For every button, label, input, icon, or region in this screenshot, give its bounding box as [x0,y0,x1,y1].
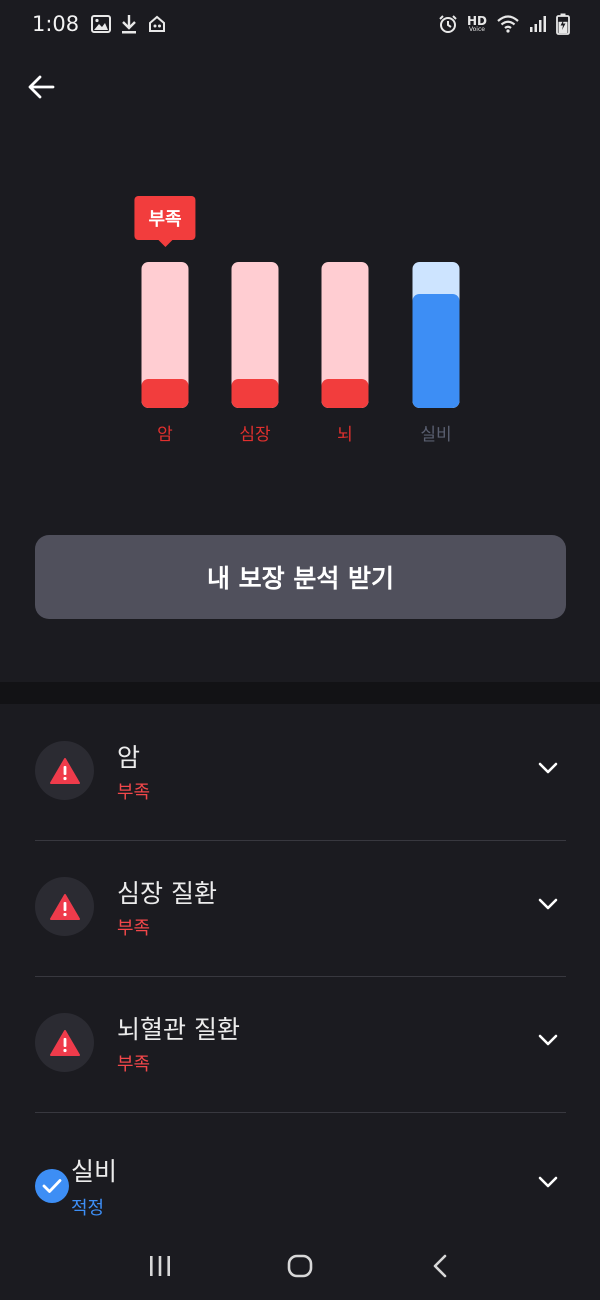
system-icons: HD Voice [438,13,570,35]
app-notification-icon [149,15,166,32]
back-nav-icon [433,1254,447,1278]
bar-label-cancer: 암 [157,425,173,445]
bar-column-medical: 실비 [386,190,486,460]
coverage-list: 암 부족 심장 질환 부족 뇌혈관 질환 부족 실비 적정 [0,704,600,1248]
bar-column-brain: 뇌 [295,190,395,460]
wifi-icon [497,15,519,33]
chevron-down-icon[interactable] [536,892,560,916]
bar-track-medical [412,262,460,408]
item-icon-circle [35,1013,94,1072]
warning-triangle-icon [49,1029,80,1056]
coverage-chart: 부족 암 심장 뇌 실비 [0,190,600,460]
bar-column-cancer: 부족 암 [115,190,215,460]
check-badge [35,1169,69,1203]
warning-triangle-icon [49,757,80,784]
system-nav-bar [0,1232,600,1300]
battery-icon [556,13,570,35]
status-time: 1:08 [32,12,80,36]
item-icon-circle [35,741,94,800]
bar-fill-brain [321,378,369,408]
coverage-item-heart[interactable]: 심장 질환 부족 [0,840,600,976]
coverage-item-brain[interactable]: 뇌혈관 질환 부족 [0,976,600,1112]
bar-label-heart: 심장 [239,425,271,445]
chevron-down-icon[interactable] [536,1170,560,1194]
bar-track-brain [321,262,369,408]
item-title: 실비 [71,1157,118,1186]
item-title: 암 [117,743,141,772]
back-nav-button[interactable] [410,1241,470,1291]
item-status: 적정 [71,1198,105,1219]
item-status: 부족 [117,918,151,939]
download-icon [122,15,137,34]
item-status: 부족 [117,1054,151,1075]
recent-apps-icon [150,1256,170,1276]
status-bar: 1:08 HD Voice [0,0,600,48]
alarm-icon [439,15,457,33]
warning-triangle-icon [49,893,80,920]
back-button[interactable] [24,70,58,104]
item-icon-circle [35,877,94,936]
chevron-down-icon[interactable] [536,756,560,780]
hd-voice-icon: HD Voice [467,15,487,33]
coverage-item-medical[interactable]: 실비 적정 [0,1112,600,1248]
bar-fill-medical [412,294,460,408]
status-left: 1:08 [32,12,167,36]
analyze-coverage-button[interactable]: 내 보장 분석 받기 [35,535,566,619]
screen: 1:08 HD Voice 부족 암 심장 뇌 실비 내 보장 분석 받기 암 … [0,0,600,1300]
bar-tooltip: 부족 [134,196,196,240]
recent-apps-button[interactable] [130,1241,190,1291]
gallery-icon [91,15,112,33]
item-title: 뇌혈관 질환 [117,1015,240,1044]
arrow-left-icon [28,75,55,99]
bar-column-heart: 심장 [205,190,305,460]
home-icon [287,1254,313,1278]
bar-track-heart [231,262,279,408]
section-divider [0,682,600,704]
bar-label-brain: 뇌 [337,425,353,445]
chevron-down-icon[interactable] [536,1028,560,1052]
coverage-item-cancer[interactable]: 암 부족 [0,704,600,840]
voice-label: Voice [469,26,485,33]
bar-fill-heart [231,378,279,408]
home-button[interactable] [270,1241,330,1291]
item-status: 부족 [117,782,151,803]
bar-fill-cancer [141,378,189,408]
bar-track-cancer [141,262,189,408]
notification-icons [91,14,167,34]
item-title: 심장 질환 [117,879,217,908]
bar-label-medical: 실비 [420,425,452,445]
check-icon [42,1179,62,1193]
signal-icon [530,16,546,32]
